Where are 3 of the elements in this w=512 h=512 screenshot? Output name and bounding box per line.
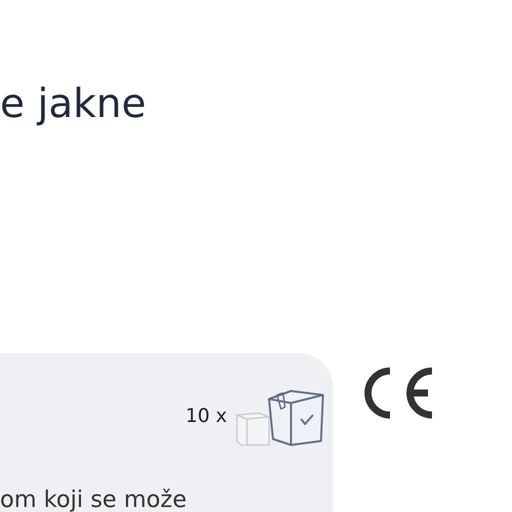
package-quantity: 10 x: [186, 405, 227, 427]
page-heading: e jakne: [0, 80, 148, 128]
description-text: om koji se može: [0, 487, 188, 512]
